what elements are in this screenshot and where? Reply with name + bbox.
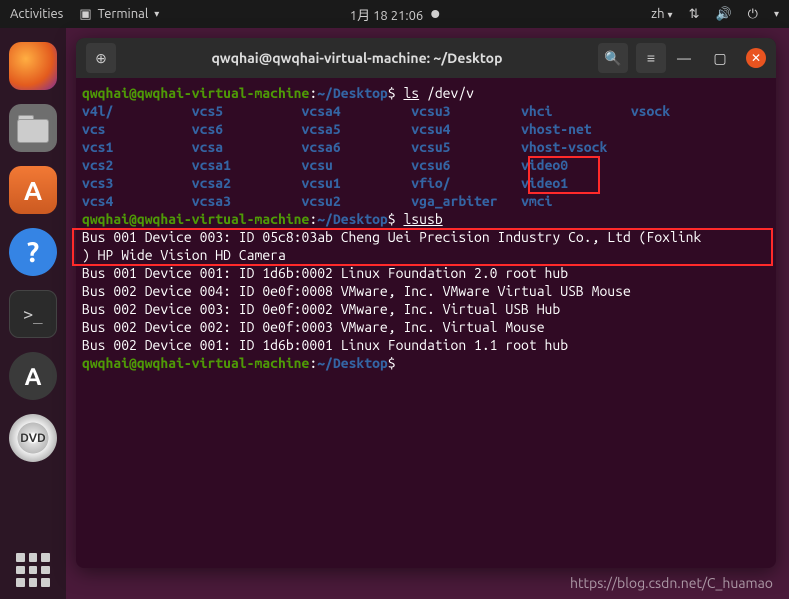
app-menu[interactable]: ▣ Terminal ▾ [79, 7, 159, 22]
dock-terminal-icon[interactable]: >_ [9, 290, 57, 338]
activities-button[interactable]: Activities [10, 7, 63, 21]
search-icon: 🔍 [604, 50, 621, 67]
search-button[interactable]: 🔍 [598, 43, 628, 73]
minimize-button[interactable]: — [674, 48, 694, 68]
network-icon[interactable]: ⇅ [689, 7, 700, 22]
gnome-topbar: Activities ▣ Terminal ▾ 1月 18 21:06 zh ▾… [0, 0, 789, 28]
power-icon[interactable]: ⏻ [748, 7, 758, 22]
show-applications-button[interactable] [16, 553, 50, 587]
hamburger-menu-button[interactable]: ≡ [636, 43, 666, 73]
dock-files-icon[interactable] [9, 104, 57, 152]
chevron-down-icon: ▾ [668, 9, 673, 20]
close-button[interactable]: ✕ [746, 48, 766, 68]
dock-updater-icon[interactable]: A [9, 352, 57, 400]
clock[interactable]: 1月 18 21:06 [350, 5, 423, 24]
dock-dvd-icon[interactable]: DVD [9, 414, 57, 462]
terminal-window: ⊕ qwqhai@qwqhai-virtual-machine: ~/Deskt… [76, 38, 776, 568]
window-title: qwqhai@qwqhai-virtual-machine: ~/Desktop [124, 50, 590, 66]
maximize-button[interactable]: ▢ [710, 48, 730, 68]
terminal-icon: ▣ [79, 7, 91, 22]
watermark-text: https://blog.csdn.net/C_huamao [570, 575, 773, 591]
hamburger-icon: ≡ [647, 50, 655, 66]
tab-plus-icon: ⊕ [95, 50, 107, 67]
dock-firefox-icon[interactable] [9, 42, 57, 90]
terminal-viewport[interactable]: qwqhai@qwqhai-virtual-machine:~/Desktop$… [76, 78, 776, 378]
volume-icon[interactable]: 🔊 [715, 7, 731, 22]
input-method-indicator[interactable]: zh ▾ [651, 7, 672, 21]
chevron-down-icon: ▾ [774, 8, 779, 20]
titlebar: ⊕ qwqhai@qwqhai-virtual-machine: ~/Deskt… [76, 38, 776, 78]
dock-help-icon[interactable]: ? [9, 228, 57, 276]
new-tab-button[interactable]: ⊕ [86, 43, 116, 73]
notification-dot-icon [431, 10, 439, 18]
dock-software-icon[interactable]: A [9, 166, 57, 214]
chevron-down-icon: ▾ [154, 8, 159, 20]
dock: A ? >_ A DVD [0, 28, 66, 599]
